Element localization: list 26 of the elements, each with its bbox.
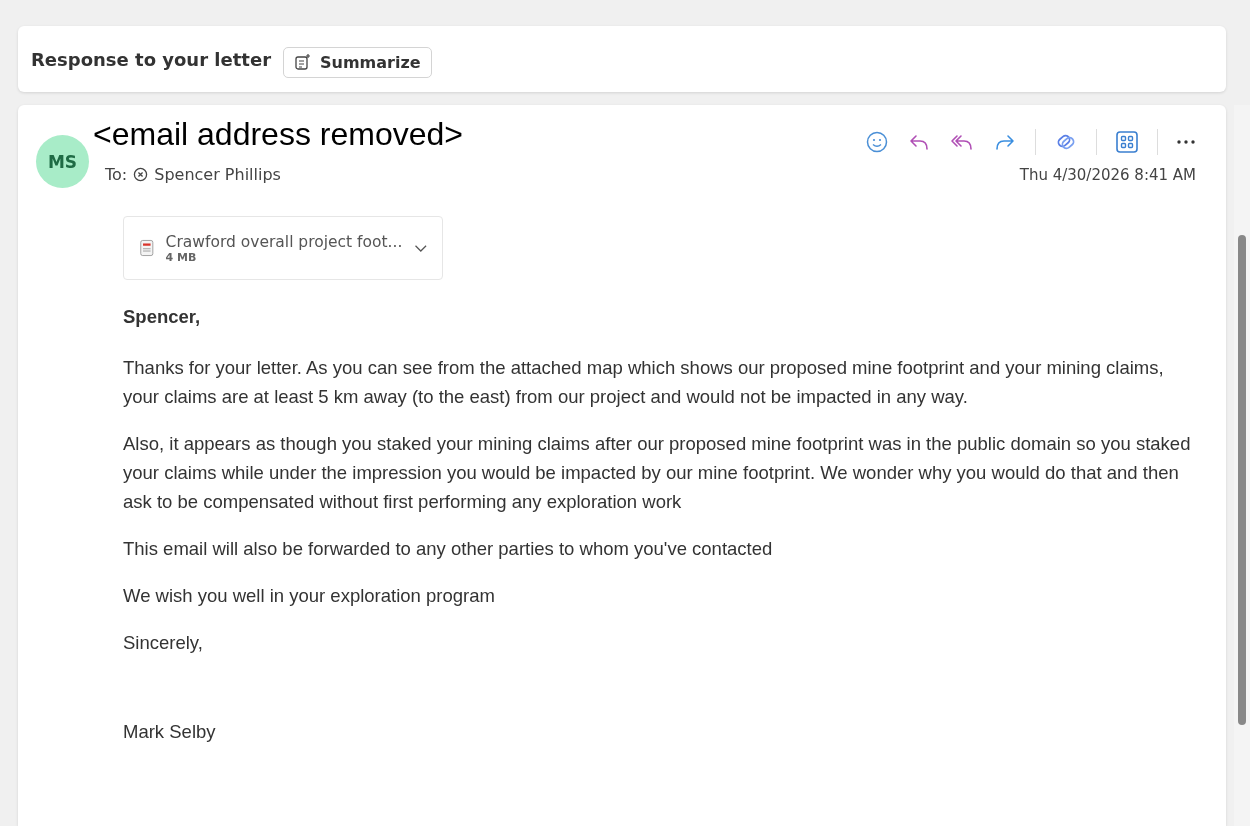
summarize-icon xyxy=(294,53,312,71)
emoji-icon[interactable] xyxy=(865,130,889,154)
to-label: To: xyxy=(105,165,128,184)
more-icon[interactable] xyxy=(1176,139,1196,145)
body-paragraph: Also, it appears as though you staked your mining claims after our proposed mine footprint was in the public domain so you staked your claims while under the impression you would be impacted by our mine footprint. We wonder why you would do that and then ask to be compensated without first performing any exploration work xyxy=(123,432,1192,514)
attachment-name: Crawford overall project foot... xyxy=(165,232,403,251)
recipient-name[interactable]: Spencer Phillips xyxy=(154,165,281,184)
body-paragraph: Thanks for your letter. As you can see from the attached map which shows our proposed mine footprint and your mining claims, your claims are at least 5 km away (to the east) from our project and would not be impacted in any way. xyxy=(123,356,1165,409)
scrollbar-thumb[interactable] xyxy=(1238,235,1246,725)
attachment-card[interactable]: Crawford overall project foot... 4 MB xyxy=(123,216,443,280)
summarize-button[interactable]: Summarize xyxy=(283,46,432,78)
body-paragraph: This email will also be forwarded to any other parties to whom you've contacted xyxy=(123,537,774,561)
message-date: Thu 4/30/2026 8:41 AM xyxy=(1019,165,1196,184)
greeting: Spencer, xyxy=(123,305,202,329)
apps-icon[interactable] xyxy=(1115,130,1139,154)
pdf-file-icon xyxy=(140,237,154,259)
signature: Mark Selby xyxy=(123,720,217,744)
chevron-down-icon[interactable] xyxy=(414,242,428,254)
body-paragraph: Sincerely, xyxy=(123,631,204,655)
avatar: MS xyxy=(36,135,89,188)
sender-address: <email address removed> xyxy=(93,115,463,153)
body-paragraph: We wish you well in your exploration program xyxy=(123,584,496,608)
remove-recipient-icon[interactable] xyxy=(133,167,149,182)
scrollbar[interactable] xyxy=(1234,105,1250,826)
subject-title: Response to your letter xyxy=(31,48,271,70)
attachment-size: 4 MB xyxy=(165,250,198,264)
